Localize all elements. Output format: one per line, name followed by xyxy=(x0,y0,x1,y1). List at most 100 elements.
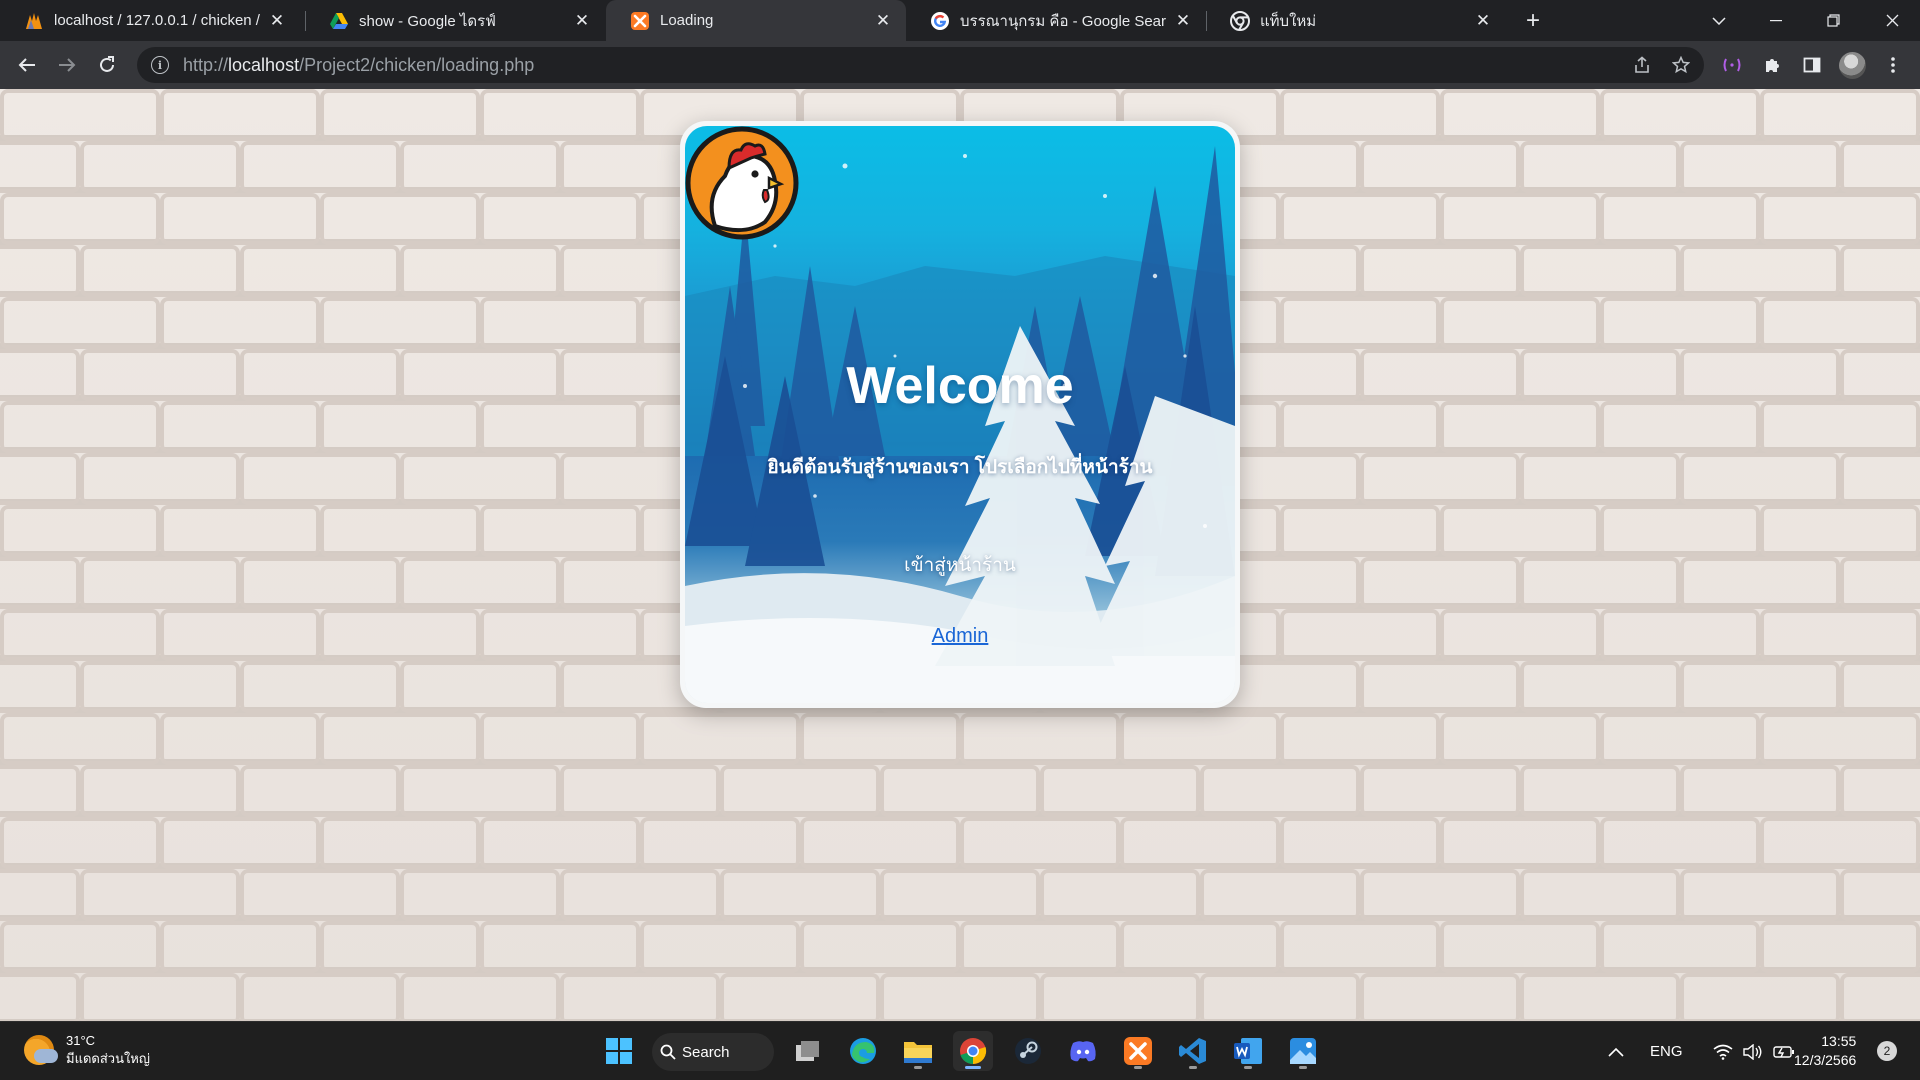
discord-icon xyxy=(1070,1041,1096,1062)
share-icon[interactable] xyxy=(1630,53,1654,77)
steam-icon xyxy=(1015,1038,1041,1064)
tab-loading[interactable]: Loading ✕ xyxy=(606,0,906,41)
windows-taskbar: 31°C มีแดดส่วนใหญ่ Search ENG 13:55 12/3… xyxy=(0,1021,1920,1080)
start-button[interactable] xyxy=(599,1031,639,1071)
winter-scene: Welcome ยินดีต้อนรับสู่ร้านของเรา โปรเลื… xyxy=(685,126,1235,703)
language-indicator[interactable]: ENG xyxy=(1650,1043,1683,1060)
running-indicator xyxy=(1244,1066,1252,1069)
admin-link[interactable]: Admin xyxy=(932,625,989,647)
wifi-icon[interactable] xyxy=(1713,1044,1733,1060)
enter-shop-link[interactable]: เข้าสู่หน้าร้าน xyxy=(685,550,1235,580)
search-icon xyxy=(660,1044,676,1060)
close-icon[interactable]: ✕ xyxy=(1472,10,1494,32)
tab-google-search[interactable]: บรรณานุกรม คือ - Google Search ✕ xyxy=(906,0,1206,41)
partly-sunny-icon xyxy=(24,1035,58,1065)
reload-button[interactable] xyxy=(91,49,123,81)
tab-title: บรรณานุกรม คือ - Google Search xyxy=(960,12,1166,30)
windows-logo-icon xyxy=(606,1038,632,1064)
close-icon[interactable]: ✕ xyxy=(1172,10,1194,32)
page-background: Welcome ยินดีต้อนรับสู่ร้านของเรา โปรเลื… xyxy=(0,89,1920,1021)
task-view-button[interactable] xyxy=(788,1031,828,1071)
tab-title: localhost / 127.0.0.1 / chicken / c xyxy=(54,12,260,29)
reload-icon xyxy=(100,56,114,72)
notification-badge[interactable]: 2 xyxy=(1877,1041,1897,1061)
running-indicator xyxy=(1299,1066,1307,1069)
battery-icon[interactable] xyxy=(1772,1045,1795,1059)
tab-title: แท็บใหม่ xyxy=(1260,12,1317,30)
tab-new-tab-page[interactable]: แท็บใหม่ ✕ xyxy=(1206,0,1506,41)
extension-wave-icon[interactable] xyxy=(1716,49,1748,81)
new-tab-button[interactable]: + xyxy=(1518,6,1548,36)
close-window-button[interactable] xyxy=(1866,0,1918,41)
bookmark-star-icon[interactable] xyxy=(1669,53,1693,77)
word-icon xyxy=(1234,1038,1262,1064)
file-explorer-app[interactable] xyxy=(898,1031,938,1071)
tab-title: show - Google ไดรฟ์ xyxy=(359,12,496,30)
menu-kebab-icon[interactable] xyxy=(1877,49,1909,81)
minimize-button[interactable] xyxy=(1750,0,1802,41)
browser-toolbar: i http://localhost/Project2/chicken/load… xyxy=(0,41,1920,89)
google-drive-icon xyxy=(329,11,349,31)
weather-temp: 31°C xyxy=(66,1033,96,1048)
restore-icon xyxy=(1826,14,1840,27)
chevron-down-icon xyxy=(1712,16,1726,25)
welcome-card: Welcome ยินดีต้อนรับสู่ร้านของเรา โปรเลื… xyxy=(680,121,1240,708)
running-indicator xyxy=(1189,1066,1197,1069)
chevron-up-icon[interactable] xyxy=(1608,1047,1624,1057)
welcome-title: Welcome xyxy=(846,357,1074,415)
tab-search-button[interactable] xyxy=(1693,0,1745,41)
tab-title: Loading xyxy=(660,12,714,29)
steam-app[interactable] xyxy=(1008,1031,1048,1071)
edge-app[interactable] xyxy=(843,1031,883,1071)
chrome-app[interactable] xyxy=(953,1031,993,1071)
arrow-right-icon xyxy=(59,58,76,72)
discord-app[interactable] xyxy=(1063,1031,1103,1071)
phpmyadmin-icon xyxy=(24,11,44,31)
weather-text: 31°C มีแดดส่วนใหญ่ xyxy=(66,1032,150,1068)
restore-button[interactable] xyxy=(1807,0,1859,41)
clock-time: 13:55 xyxy=(1821,1033,1857,1049)
url-text: http://localhost/Project2/chicken/loadin… xyxy=(183,55,534,76)
xampp-app[interactable] xyxy=(1118,1031,1158,1071)
system-tray: ENG xyxy=(1608,1022,1795,1080)
close-icon[interactable]: ✕ xyxy=(266,10,288,32)
xampp-icon xyxy=(630,11,650,31)
tab-strip: localhost / 127.0.0.1 / chicken / c ✕ sh… xyxy=(0,0,1920,41)
google-icon xyxy=(930,11,950,31)
weather-desc: มีแดดส่วนใหญ่ xyxy=(66,1051,150,1066)
task-view-icon xyxy=(796,1041,819,1061)
back-button[interactable] xyxy=(11,49,43,81)
close-icon[interactable]: ✕ xyxy=(872,10,894,32)
volume-icon[interactable] xyxy=(1742,1043,1763,1060)
tab-google-drive[interactable]: show - Google ไดรฟ์ ✕ xyxy=(305,0,605,41)
extensions-puzzle-icon[interactable] xyxy=(1756,49,1788,81)
photos-app[interactable] xyxy=(1283,1031,1323,1071)
welcome-subtitle: ยินดีต้อนรับสู่ร้านของเรา โปรเลือกไปที่ห… xyxy=(767,457,1153,478)
folder-icon xyxy=(904,1042,932,1063)
side-panel-icon[interactable] xyxy=(1796,49,1828,81)
chrome-icon xyxy=(1230,10,1250,31)
close-icon[interactable]: ✕ xyxy=(571,10,593,32)
active-indicator xyxy=(965,1066,981,1069)
tab-phpmyadmin[interactable]: localhost / 127.0.0.1 / chicken / c ✕ xyxy=(0,0,300,41)
info-icon[interactable]: i xyxy=(151,56,169,74)
running-indicator xyxy=(914,1066,922,1069)
close-icon xyxy=(1886,14,1898,27)
admin-link-wrapper: Admin xyxy=(685,625,1235,648)
url-path: /Project2/chicken/loading.php xyxy=(299,54,535,75)
vscode-app[interactable] xyxy=(1173,1031,1213,1071)
running-indicator xyxy=(1134,1066,1142,1069)
profile-avatar[interactable] xyxy=(1839,52,1866,79)
photos-icon xyxy=(1290,1038,1316,1064)
clock[interactable]: 13:55 12/3/2566 xyxy=(1794,1032,1856,1070)
clock-date: 12/3/2566 xyxy=(1794,1052,1857,1068)
forward-button[interactable] xyxy=(51,49,83,81)
word-app[interactable] xyxy=(1228,1031,1268,1071)
xampp-icon xyxy=(1124,1037,1152,1065)
vscode-icon xyxy=(1179,1038,1206,1064)
weather-widget[interactable]: 31°C มีแดดส่วนใหญ่ xyxy=(24,1032,150,1068)
arrow-left-icon xyxy=(18,58,35,72)
taskbar-search[interactable]: Search xyxy=(652,1033,774,1071)
address-bar[interactable]: i http://localhost/Project2/chicken/load… xyxy=(137,47,1704,83)
edge-icon xyxy=(850,1038,876,1064)
